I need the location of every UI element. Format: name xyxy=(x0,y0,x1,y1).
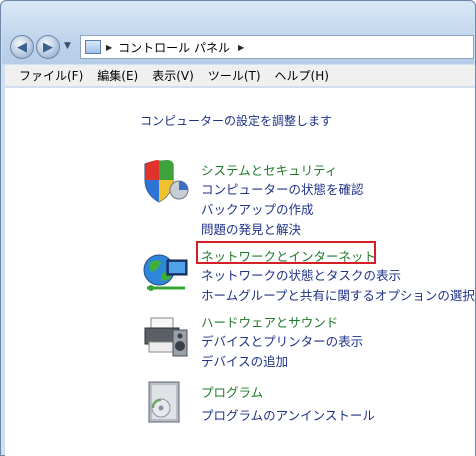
menu-edit[interactable]: 編集(E) xyxy=(97,67,138,84)
category-system-security[interactable]: システムとセキュリティ xyxy=(201,160,337,179)
main-content: コンピューターの設定を調整します システムとセキュリティ コンピューターの状態を… xyxy=(5,88,475,456)
printer-icon[interactable] xyxy=(141,314,191,360)
recent-pages-dropdown-icon[interactable]: ▼ xyxy=(64,41,71,51)
category-programs[interactable]: プログラム xyxy=(201,382,263,401)
breadcrumb-control-panel[interactable]: コントロール パネル xyxy=(118,39,230,56)
link-add-device[interactable]: デバイスの追加 xyxy=(201,351,288,370)
menu-view[interactable]: 表示(V) xyxy=(152,67,194,84)
link-homegroup-sharing-options[interactable]: ホームグループと共有に関するオプションの選択 xyxy=(201,285,475,304)
programs-icon[interactable] xyxy=(141,380,191,426)
link-check-computer-status[interactable]: コンピューターの状態を確認 xyxy=(201,179,364,198)
link-create-backup[interactable]: バックアップの作成 xyxy=(201,199,314,218)
link-uninstall-program[interactable]: プログラムのアンインストール xyxy=(201,405,375,424)
menu-help[interactable]: ヘルプ(H) xyxy=(275,67,329,84)
page-heading: コンピューターの設定を調整します xyxy=(140,114,333,128)
back-button[interactable]: ◀ xyxy=(10,35,34,59)
category-hardware-sound[interactable]: ハードウェアとサウンド xyxy=(201,312,338,331)
link-find-fix-problems[interactable]: 問題の発見と解決 xyxy=(201,219,301,238)
control-panel-icon xyxy=(85,40,101,54)
forward-arrow-icon: ▶ xyxy=(43,39,53,55)
link-view-network-status[interactable]: ネットワークの状態とタスクの表示 xyxy=(201,265,401,284)
menu-file[interactable]: ファイル(F) xyxy=(19,67,83,84)
address-bar[interactable]: ▶ コントロール パネル ▶ xyxy=(80,35,474,59)
link-view-devices-printers[interactable]: デバイスとプリンターの表示 xyxy=(201,331,363,350)
highlight-box xyxy=(196,241,376,264)
menu-bar: ファイル(F) 編集(E) 表示(V) ツール(T) ヘルプ(H) xyxy=(5,65,475,87)
shield-icon[interactable] xyxy=(141,158,191,204)
forward-button[interactable]: ▶ xyxy=(36,35,60,59)
back-arrow-icon: ◀ xyxy=(17,39,27,55)
breadcrumb-arrow-icon[interactable]: ▶ xyxy=(106,43,112,52)
window-frame: ◀ ▶ ▼ ▶ コントロール パネル ▶ ファイル(F) 編集(E) 表示(V)… xyxy=(0,0,476,456)
menu-tools[interactable]: ツール(T) xyxy=(208,67,261,84)
breadcrumb-arrow-icon[interactable]: ▶ xyxy=(238,43,244,52)
network-icon[interactable] xyxy=(141,250,191,296)
